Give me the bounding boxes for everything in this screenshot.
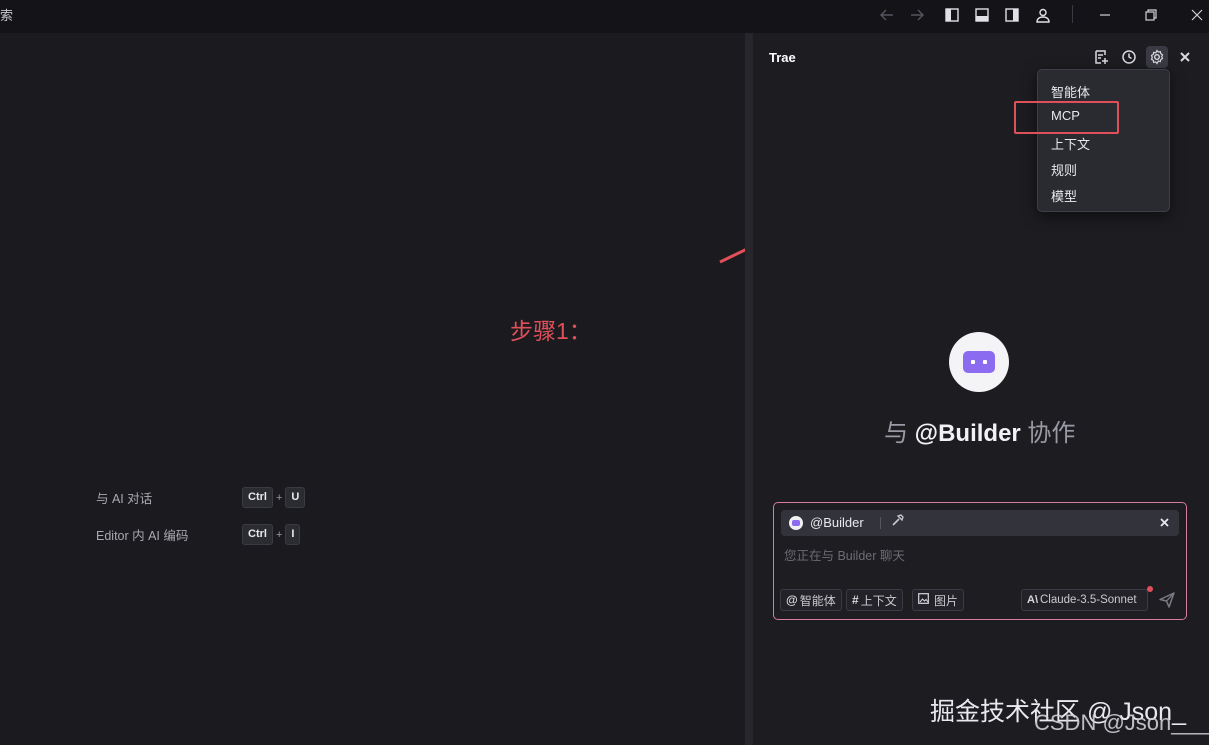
panel-bottom-icon[interactable] [971, 4, 993, 26]
model-name: Claude-3.5-Sonnet [1040, 594, 1137, 606]
key-ctrl: Ctrl [242, 524, 273, 545]
settings-menu: 智能体 MCP 上下文 规则 模型 [1037, 69, 1170, 212]
new-chat-icon[interactable] [1090, 46, 1112, 68]
collab-suffix: 协作 [1027, 420, 1076, 447]
key-i: I [285, 524, 301, 545]
gear-icon[interactable] [1146, 46, 1168, 68]
key-ctrl: Ctrl [242, 487, 273, 508]
send-icon[interactable] [1159, 592, 1175, 612]
shortcut-label: Editor 内 AI 编码 [96, 529, 189, 543]
shortcut-chat: 与 AI 对话 Ctrl + U [96, 487, 306, 508]
titlebar-divider [1072, 5, 1073, 23]
model-selector[interactable]: A\ Claude-3.5-Sonnet [1021, 589, 1148, 611]
collab-heading: 与 @Builder 协作 [884, 413, 1075, 448]
chip-divider [880, 517, 881, 529]
menu-item-model[interactable]: 模型 [1051, 186, 1077, 205]
window-title: 索 [0, 8, 14, 23]
editor-area[interactable] [0, 33, 745, 745]
chip-close-icon[interactable] [1160, 514, 1169, 530]
image-button[interactable]: 图片 [912, 589, 965, 611]
close-panel-icon[interactable] [1174, 46, 1196, 68]
image-icon [918, 593, 932, 607]
menu-item-context[interactable]: 上下文 [1051, 134, 1090, 153]
menu-item-agent[interactable]: 智能体 [1051, 82, 1090, 101]
mcp-highlight-box [1014, 101, 1119, 134]
robot-icon [963, 351, 995, 373]
hammer-icon[interactable] [891, 513, 905, 530]
plus-sign: + [275, 491, 283, 504]
arrow-right-icon[interactable] [906, 4, 928, 26]
image-button-label: 图片 [934, 593, 959, 608]
agent-chip-name: @Builder [810, 515, 864, 530]
context-button-label: 上下文 [860, 593, 897, 608]
arrow-left-icon[interactable] [876, 4, 898, 26]
panel-title: Trae [769, 50, 796, 65]
builder-chip-icon [789, 516, 803, 530]
watermark-csdn: CSDN @Json____ [1034, 710, 1209, 735]
agent-button[interactable]: @ 智能体 [780, 589, 842, 611]
anthropic-icon: A\ [1027, 594, 1038, 606]
minimize-icon[interactable] [1094, 4, 1116, 26]
plus-sign: + [275, 528, 283, 541]
agent-chip: @Builder [781, 510, 1179, 536]
panel-splitter[interactable] [745, 33, 753, 745]
sidebar-left-icon[interactable] [941, 4, 963, 26]
shortcut-inline: Editor 内 AI 编码 Ctrl + I [96, 524, 301, 545]
collab-agent-name: @Builder [914, 420, 1021, 447]
context-button[interactable]: # 上下文 [846, 589, 903, 611]
at-icon: @ [786, 593, 798, 607]
close-icon[interactable] [1186, 4, 1208, 26]
hash-icon: # [852, 593, 859, 607]
shortcut-label: 与 AI 对话 [96, 492, 153, 506]
collab-prefix: 与 [884, 420, 908, 447]
chat-input-placeholder[interactable]: 您正在与 Builder 聊天 [784, 545, 905, 564]
title-bar: 索 [0, 0, 1209, 33]
chat-input-box[interactable]: @Builder 您正在与 Builder 聊天 @ 智能体 # 上下文 图片 … [773, 502, 1187, 620]
menu-item-rules[interactable]: 规则 [1051, 160, 1077, 179]
builder-avatar [949, 332, 1009, 392]
history-icon[interactable] [1118, 46, 1140, 68]
account-icon[interactable] [1032, 4, 1054, 26]
sidebar-right-icon[interactable] [1001, 4, 1023, 26]
key-u: U [285, 487, 306, 508]
agent-button-label: 智能体 [799, 593, 836, 608]
model-status-dot [1147, 586, 1153, 592]
step-annotation: 步骤1： [510, 318, 592, 344]
restore-icon[interactable] [1140, 4, 1162, 26]
